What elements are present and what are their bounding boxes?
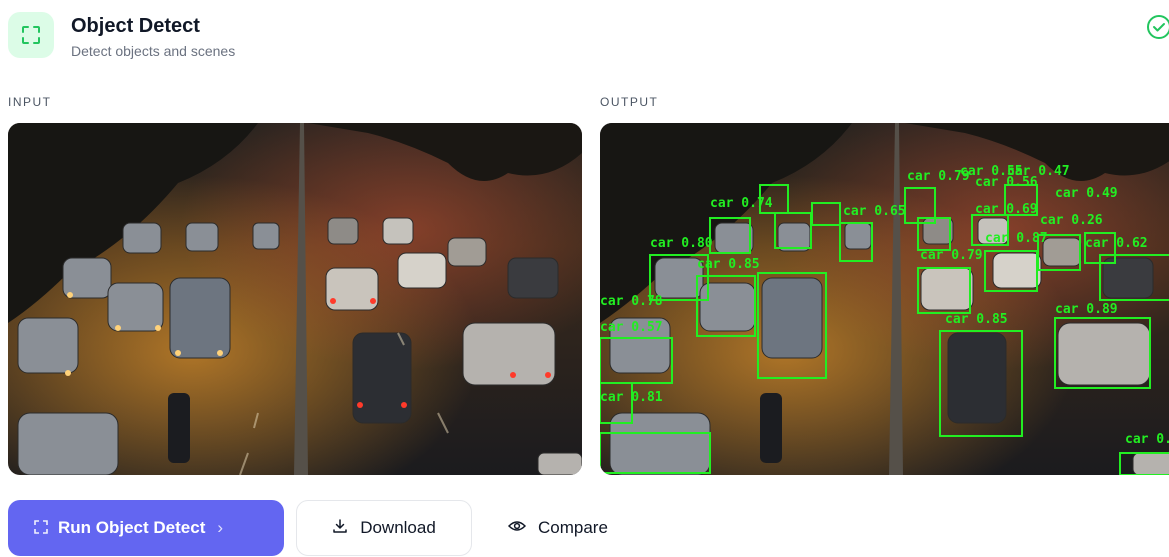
- detection-label: car 0.49: [1055, 186, 1118, 201]
- eye-icon: [507, 518, 527, 538]
- detection-label: car 0.85: [697, 257, 760, 272]
- detection-label: car 0.6: [1125, 432, 1169, 447]
- app-header: Object Detect Detect objects and scenes: [8, 8, 235, 68]
- detection-label: car 0.78: [600, 294, 663, 309]
- detection-label: car 0.89: [1055, 302, 1118, 317]
- detection-label: car 0.69: [975, 202, 1038, 217]
- download-button-label: Download: [360, 518, 436, 537]
- output-image: car 0.79 car 0.55 car 0.47 car 0.74 car …: [600, 123, 1169, 475]
- scan-icon: [8, 12, 54, 58]
- detection-label: car 0.26: [1040, 213, 1103, 228]
- page-title: Object Detect: [71, 15, 200, 37]
- run-object-detect-button[interactable]: Run Object Detect ›: [8, 500, 284, 556]
- detection-label: car 0.65: [843, 204, 906, 219]
- input-section-label: INPUT: [8, 95, 52, 109]
- detection-label: car 0.62: [1085, 236, 1148, 251]
- download-icon: [332, 518, 348, 539]
- compare-button[interactable]: Compare: [507, 518, 608, 538]
- page-subtitle: Detect objects and scenes: [71, 43, 236, 59]
- detection-label: car 0.57: [600, 320, 663, 335]
- output-section-label: OUTPUT: [600, 95, 659, 109]
- chevron-right-icon: ›: [217, 518, 224, 537]
- download-button[interactable]: Download: [296, 500, 472, 556]
- detection-label: car 0.56: [975, 175, 1038, 190]
- detection-label: car 0.74: [710, 196, 773, 211]
- run-button-label: Run Object Detect: [58, 518, 206, 537]
- detection-label: car 0.81: [600, 390, 663, 405]
- compare-button-label: Compare: [538, 518, 608, 537]
- detection-label: car 0.87: [985, 231, 1048, 246]
- check-circle-icon: [1146, 14, 1169, 45]
- action-bar: Run Object Detect › Download Compare: [8, 500, 608, 556]
- input-image: [8, 123, 582, 475]
- detection-label: car 0.79: [920, 248, 983, 263]
- detection-label: car 0.85: [945, 312, 1008, 327]
- detection-label: car 0.80: [650, 236, 713, 251]
- scan-icon: [34, 519, 48, 537]
